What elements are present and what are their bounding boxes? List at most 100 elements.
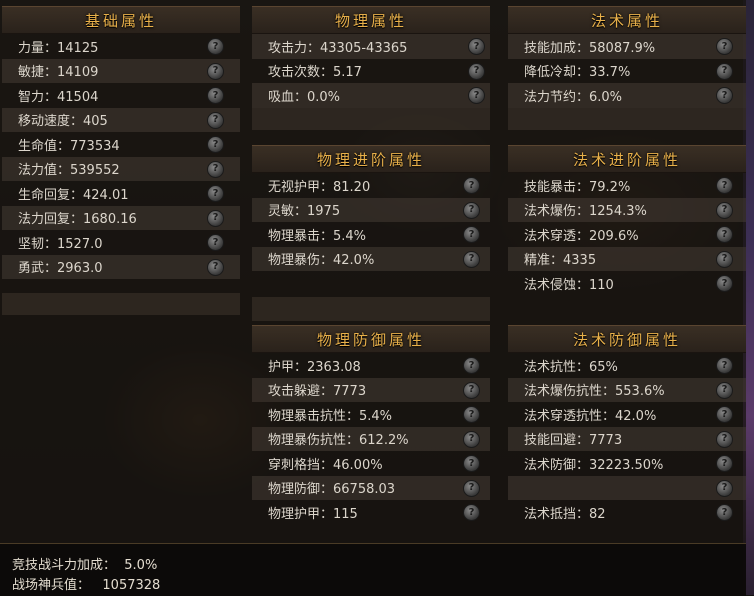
help-question-icon[interactable]: ? [716,226,733,243]
help-question-icon[interactable]: ? [716,430,733,448]
help-question-icon[interactable]: ? [463,430,480,448]
attribute-row: 物理暴伤：42.0%? [252,246,490,271]
help-question-icon[interactable]: ? [207,185,224,202]
attribute-row: 坚韧：1527.0? [2,230,240,255]
attribute-label: 物理暴击抗性：5.4% [268,408,393,424]
attribute-row: 物理暴击抗性：5.4%? [252,402,490,427]
help-question-icon[interactable]: ? [716,275,733,292]
section-magic-defense-rows: 法术抗性：65%? 法术爆伤抗性：553.6%? 法术穿透抗性：42.0%? 技能回避… [508,353,746,525]
help-question-icon[interactable]: ? [207,258,224,276]
help-question-icon[interactable]: ? [716,201,733,219]
attribute-label: 物理暴伤：42.0% [268,253,375,269]
attribute-row: 法术抗性：65%? [508,353,746,378]
attribute-panel: 基础属性 力量：14125? 敏捷：14109? 智力：41504? 移动速度：405… [0,0,746,595]
help-question-icon[interactable]: ? [463,381,480,399]
attribute-label: 法术穿透：209.6% [524,228,639,244]
help-question-icon[interactable]: ? [716,62,733,80]
help-question-icon[interactable]: ? [463,479,480,497]
help-question-icon[interactable]: ? [716,381,733,399]
help-question-icon[interactable]: ? [207,111,224,129]
attribute-row: 技能加成：58087.9%? [508,34,746,59]
help-question-icon[interactable]: ? [207,62,224,80]
help-question-icon[interactable]: ? [207,87,224,104]
help-question-icon[interactable]: ? [463,504,480,521]
help-question-icon[interactable]: ? [463,201,480,219]
attribute-label: 勇武：2963.0 [18,261,103,277]
help-question-icon[interactable]: ? [463,357,480,374]
attribute-label: 敏捷：14109 [18,65,99,81]
section-magic: 法术属性 技能加成：58087.9%? 降低冷却：33.7%? 法力节约：6.0%? [508,6,746,130]
help-question-icon[interactable]: ? [716,357,733,374]
attribute-row: 勇武：2963.0? [2,254,240,279]
attribute-row: 敏捷：14109? [2,58,240,83]
help-question-icon[interactable]: ? [716,250,733,268]
help-question-icon[interactable]: ? [463,455,480,472]
attribute-label: 灵敏：1975 [268,204,341,220]
attribute-label: 移动速度：405 [18,114,108,130]
attribute-row: 法术穿透：209.6%? [508,222,746,247]
attribute-label: 法术侵蚀：110 [524,277,614,293]
help-question-icon[interactable]: ? [207,234,224,251]
attribute-row: 物理护甲：115? [252,500,490,525]
help-question-icon[interactable]: ? [207,209,224,227]
help-question-icon[interactable]: ? [463,250,480,268]
help-question-icon[interactable]: ? [716,87,733,104]
help-question-icon[interactable]: ? [463,177,480,194]
bottom-stats-bar: 竞技战斗力加成： 5.0% 战场神兵值： 1057328 [0,543,746,596]
help-question-icon[interactable]: ? [207,136,224,153]
attribute-label: 法术防御：32223.50% [524,457,664,473]
attribute-row: 移动速度：405? [2,107,240,132]
help-question-icon[interactable]: ? [463,226,480,243]
section-physical-defense-rows: 护甲：2363.08? 攻击躲避：7773? 物理暴击抗性：5.4%? 物理暴伤抗性：… [252,353,490,525]
attribute-row: 吸血：0.0%? [252,83,490,108]
attribute-label: 吸血：0.0% [268,89,341,105]
attribute-row: 法力值：539552? [2,156,240,181]
help-question-icon[interactable]: ? [468,62,485,80]
help-question-icon[interactable]: ? [716,504,733,521]
attribute-row: 法术爆伤：1254.3%? [508,197,746,222]
attribute-row: 技能暴击：79.2%? [508,173,746,198]
battlefield-weapon-value: 战场神兵值： 1057328 [12,578,161,593]
help-question-icon[interactable]: ? [716,479,733,497]
section-magic-title: 法术属性 [508,6,746,34]
section-magic-advanced-title: 法术进阶属性 [508,145,746,173]
attribute-label: 攻击次数：5.17 [268,65,362,81]
help-question-icon[interactable]: ? [716,406,733,423]
attribute-row: 穿刺格挡：46.00%? [252,451,490,476]
attribute-row: 法力回复：1680.16? [2,205,240,230]
help-question-icon[interactable]: ? [468,38,485,55]
help-question-icon[interactable]: ? [716,38,733,55]
attribute-row: 护甲：2363.08? [252,353,490,378]
attribute-row: 法术穿透抗性：42.0%? [508,402,746,427]
section-magic-advanced: 法术进阶属性 技能暴击：79.2%? 法术爆伤：1254.3%? 法术穿透：209.… [508,145,746,296]
attribute-label: 攻击力：43305-43365 [268,40,408,56]
section-magic-filler [508,107,746,130]
attribute-label: 物理暴击：5.4% [268,228,367,244]
attribute-label: 物理护甲：115 [268,506,358,522]
attribute-label: 法术穿透抗性：42.0% [524,408,657,424]
section-magic-rows: 技能加成：58087.9%? 降低冷却：33.7%? 法力节约：6.0%? [508,34,746,108]
section-physical-rows: 攻击力：43305-43365? 攻击次数：5.17? 吸血：0.0%? [252,34,490,108]
section-magic-advanced-rows: 技能暴击：79.2%? 法术爆伤：1254.3%? 法术穿透：209.6%? 精准：4… [508,173,746,296]
help-question-icon[interactable]: ? [463,406,480,423]
help-question-icon[interactable]: ? [468,87,485,104]
attribute-label: 法术爆伤：1254.3% [524,204,647,220]
attribute-label: 生命值：773534 [18,138,120,154]
section-basic-filler [2,293,240,315]
section-magic-defense-title: 法术防御属性 [508,325,746,353]
attribute-row: 物理防御：66758.03? [252,475,490,500]
help-question-icon[interactable]: ? [716,455,733,472]
attribute-label: 技能加成：58087.9% [524,40,656,56]
help-question-icon[interactable]: ? [716,177,733,194]
attribute-label: 法术抵挡：82 [524,506,606,522]
attribute-label: 法力回复：1680.16 [18,212,137,228]
section-physical-filler [252,107,490,130]
attribute-row: 法力节约：6.0%? [508,83,746,108]
help-question-icon[interactable]: ? [207,160,224,178]
attribute-label: 降低冷却：33.7% [524,65,631,81]
attribute-row: 灵敏：1975? [252,197,490,222]
section-physical-defense-title: 物理防御属性 [252,325,490,353]
attribute-row: 生命值：773534? [2,132,240,157]
help-question-icon[interactable]: ? [207,38,224,55]
section-physical-title: 物理属性 [252,6,490,34]
